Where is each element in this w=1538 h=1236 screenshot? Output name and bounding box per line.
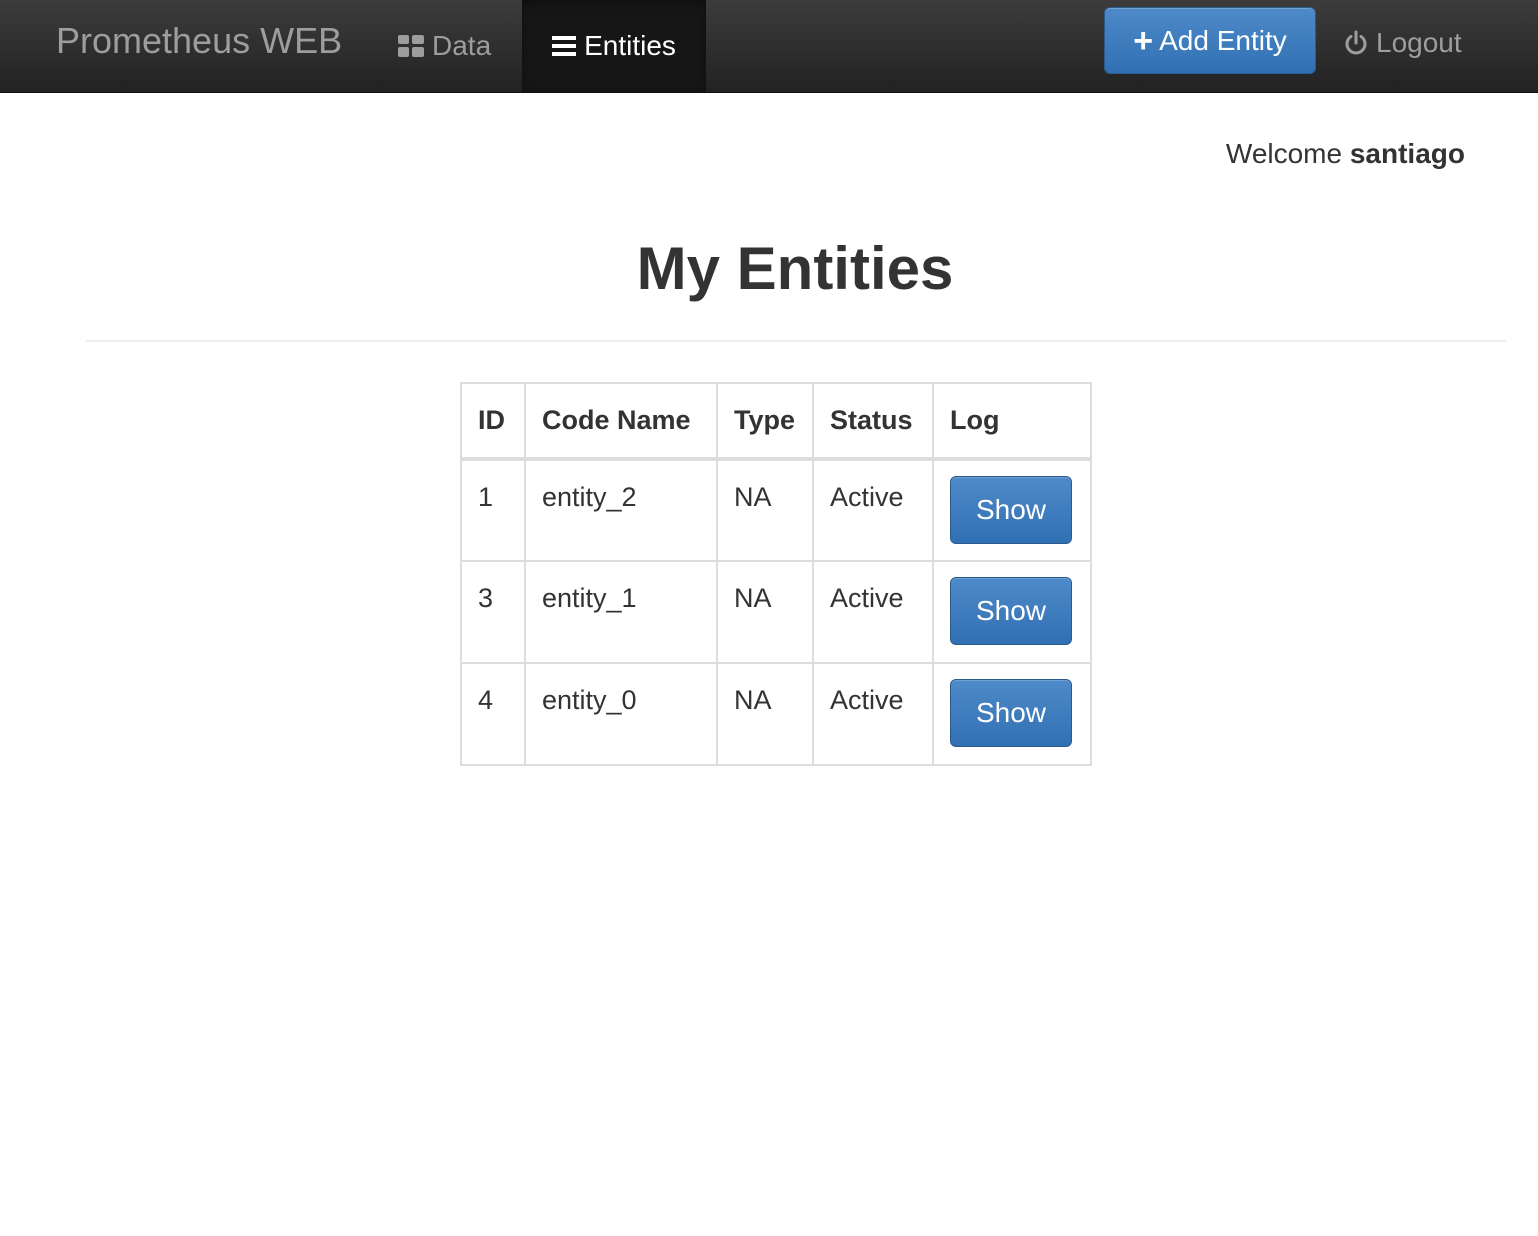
column-header-type: Type xyxy=(716,382,814,461)
cell-type: NA xyxy=(716,560,814,664)
add-entity-label: Add Entity xyxy=(1159,24,1287,56)
grid-icon xyxy=(398,35,424,57)
page-title: My Entities xyxy=(636,235,954,302)
power-icon xyxy=(1344,30,1368,56)
cell-status: Active xyxy=(812,560,934,664)
nav-item-entities[interactable]: Entities xyxy=(522,0,706,92)
cell-type: NA xyxy=(716,458,814,562)
show-log-button[interactable]: Show xyxy=(950,679,1072,747)
cell-id: 1 xyxy=(460,458,526,562)
table-header-row: ID Code Name Type Status Log xyxy=(460,382,1092,461)
cell-code-name: entity_0 xyxy=(524,662,718,766)
table-row: 4 entity_0 NA Active Show xyxy=(460,662,1092,766)
welcome-username: santiago xyxy=(1349,138,1465,169)
cell-id: 3 xyxy=(460,560,526,664)
show-log-button[interactable]: Show xyxy=(950,476,1072,544)
table-row: 3 entity_1 NA Active Show xyxy=(460,560,1092,664)
navbar: Prometheus WEB Data Entities + Add Entit… xyxy=(0,0,1538,93)
plus-icon: + xyxy=(1133,21,1154,60)
column-header-log: Log xyxy=(932,382,1092,461)
nav-item-label: Entities xyxy=(584,30,676,61)
cell-status: Active xyxy=(812,458,934,562)
cell-type: NA xyxy=(716,662,814,766)
cell-code-name: entity_2 xyxy=(524,458,718,562)
logout-link[interactable]: Logout xyxy=(1344,0,1462,86)
welcome-message: Welcome santiago xyxy=(1226,138,1465,170)
cell-status: Active xyxy=(812,662,934,766)
welcome-prefix: Welcome xyxy=(1225,138,1343,169)
column-header-code-name: Code Name xyxy=(524,382,718,461)
nav-item-label: Data xyxy=(432,30,492,61)
brand-link[interactable]: Prometheus WEB xyxy=(56,20,342,62)
column-header-status: Status xyxy=(812,382,934,461)
divider xyxy=(86,340,1506,342)
cell-log: Show xyxy=(932,560,1092,664)
list-icon xyxy=(552,35,577,57)
add-entity-button[interactable]: + Add Entity xyxy=(1104,7,1316,74)
cell-id: 4 xyxy=(460,662,526,766)
cell-log: Show xyxy=(932,662,1092,766)
entities-table: ID Code Name Type Status Log 1 entity_2 … xyxy=(460,382,1092,766)
nav-item-data[interactable]: Data xyxy=(398,0,491,92)
table-row: 1 entity_2 NA Active Show xyxy=(460,458,1092,562)
column-header-id: ID xyxy=(460,382,526,461)
cell-log: Show xyxy=(932,458,1092,562)
show-log-button[interactable]: Show xyxy=(950,577,1072,645)
logout-label: Logout xyxy=(1376,27,1462,58)
cell-code-name: entity_1 xyxy=(524,560,718,664)
